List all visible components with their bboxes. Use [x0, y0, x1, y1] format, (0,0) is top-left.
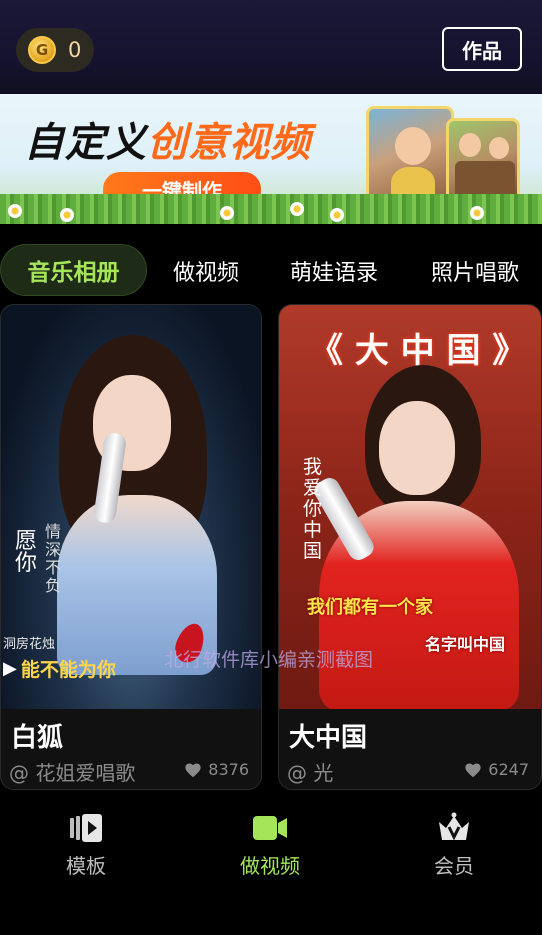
- banner-title-part2: 创意视频: [147, 120, 311, 166]
- card-title: 白狐: [11, 723, 64, 753]
- video-camera-icon: [253, 816, 287, 840]
- overlay-vertical-right: 情深不负: [45, 522, 62, 595]
- nav-label: 会员: [434, 854, 474, 878]
- coin-count: 0: [68, 38, 82, 62]
- template-play-icon: [70, 814, 102, 842]
- template-card[interactable]: 《 大 中 国 》 我爱你中国 我们都有一个家 名字叫中国 大中国 @ 光 62…: [278, 304, 542, 790]
- gold-coin-icon: G: [28, 36, 56, 64]
- card-author[interactable]: @ 花姐爱唱歌: [9, 757, 135, 786]
- play-triangle-icon: ▶: [3, 658, 17, 679]
- app-screen: G 0 作品 自定义创意视频 一键制作 音乐相册 做视频 萌娃语录 照片唱歌 愿…: [0, 0, 542, 935]
- tab-photo-sing[interactable]: 照片唱歌: [424, 244, 526, 298]
- singer-face-shape: [379, 401, 455, 495]
- grass-decoration: [0, 194, 542, 224]
- daisy-decoration: [470, 206, 484, 220]
- top-header: G 0 作品: [0, 0, 542, 94]
- coin-balance[interactable]: G 0: [16, 28, 94, 72]
- bottom-navigation: 模板 做视频 会员: [0, 806, 542, 886]
- banner-title-part1: 自定义: [24, 120, 147, 166]
- screenshot-watermark: 北行软件库小编亲测截图: [164, 649, 374, 671]
- like-count[interactable]: 6247: [464, 760, 529, 779]
- banner-title: 自定义创意视频: [24, 110, 311, 168]
- overlay-vertical-lyric: 我爱你中国: [303, 456, 323, 562]
- overlay-tag: 洞房花烛: [3, 637, 56, 652]
- nav-item-vip[interactable]: 会员: [394, 806, 514, 886]
- template-card[interactable]: 愿你 情深不负 洞房花烛 ▶ 能不能为你 白狐 @ 花姐爱唱歌 8376: [0, 304, 262, 790]
- category-tabs: 音乐相册 做视频 萌娃语录 照片唱歌: [0, 244, 542, 298]
- card-author[interactable]: @ 光: [287, 757, 333, 786]
- daisy-decoration: [290, 202, 304, 216]
- tab-baby-quotes[interactable]: 萌娃语录: [283, 244, 385, 298]
- daisy-decoration: [220, 206, 234, 220]
- card-title: 大中国: [289, 723, 368, 753]
- heart-icon: [465, 762, 481, 777]
- promo-banner[interactable]: 自定义创意视频 一键制作: [0, 94, 542, 224]
- tab-make-video[interactable]: 做视频: [163, 244, 249, 298]
- heart-icon: [185, 762, 201, 777]
- kids-field-photo: [446, 118, 520, 206]
- overlay-caption: 能不能为你: [20, 659, 116, 681]
- daisy-decoration: [60, 208, 74, 222]
- tab-music-album[interactable]: 音乐相册: [0, 244, 147, 296]
- nav-item-make-video[interactable]: 做视频: [210, 806, 330, 886]
- daisy-decoration: [8, 204, 22, 218]
- overlay-vertical-left: 愿你: [15, 529, 38, 576]
- daisy-decoration: [330, 208, 344, 222]
- like-count-value: 6247: [488, 760, 529, 779]
- kid-face-shape: [489, 137, 509, 159]
- nav-label: 模板: [66, 854, 106, 878]
- works-button[interactable]: 作品: [442, 27, 522, 71]
- overlay-line2: 名字叫中国: [425, 635, 506, 654]
- like-count[interactable]: 8376: [184, 760, 249, 779]
- crown-v-icon: [439, 812, 469, 841]
- nav-label: 做视频: [240, 854, 300, 878]
- nav-item-templates[interactable]: 模板: [26, 806, 146, 886]
- overlay-line1: 我们都有一个家: [307, 597, 433, 618]
- like-count-value: 8376: [208, 760, 249, 779]
- overlay-caption-row: ▶ 能不能为你: [3, 655, 116, 682]
- baby-face-shape: [395, 127, 431, 165]
- kid-face-shape: [459, 133, 481, 157]
